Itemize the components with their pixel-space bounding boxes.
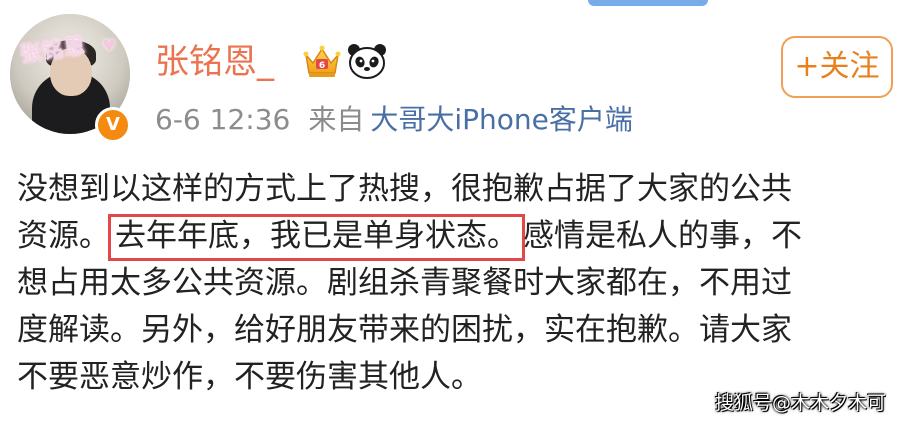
previous-post-fragment bbox=[588, 0, 708, 6]
watermark: 搜狐号@木木夕木可 bbox=[714, 392, 886, 414]
post-line-segment: 资源。 bbox=[17, 218, 110, 254]
post-content: 没想到以这样的方式上了热搜，很抱歉占据了大家的公共 资源。 去年年底，我已是单身状… bbox=[17, 166, 897, 401]
post-line: 资源。 去年年底，我已是单身状态。 感情是私人的事，不 bbox=[17, 213, 897, 261]
crown-icon[interactable]: 6 bbox=[302, 41, 342, 81]
verified-badge-icon: V bbox=[95, 107, 131, 143]
post-meta: 6-6 12:36 来自 大哥大iPhone客户端 bbox=[155, 100, 633, 140]
post-line: 度解读。另外，给好朋友带来的困扰，实在抱歉。请大家 bbox=[17, 312, 792, 348]
highlighted-statement: 去年年底，我已是单身状态。 bbox=[108, 214, 525, 261]
author-name[interactable]: 张铭恩_ bbox=[155, 40, 274, 84]
client-source-link[interactable]: 大哥大iPhone客户端 bbox=[370, 103, 633, 136]
post-timestamp: 6-6 12:36 bbox=[155, 103, 291, 136]
heart-icon: ♥ bbox=[102, 36, 117, 55]
panda-icon bbox=[348, 44, 386, 79]
post-line: 想占用太多公共资源。剧组杀青聚餐时大家都在，不用过 bbox=[17, 265, 792, 301]
source-prefix: 来自 bbox=[308, 103, 365, 136]
post-line-segment: 感情是私人的事，不 bbox=[523, 218, 802, 254]
follow-button[interactable]: +关注 bbox=[781, 36, 893, 98]
post-line: 没想到以这样的方式上了热搜，很抱歉占据了大家的公共 bbox=[17, 171, 792, 207]
level-badge-number: 6 bbox=[319, 61, 325, 71]
